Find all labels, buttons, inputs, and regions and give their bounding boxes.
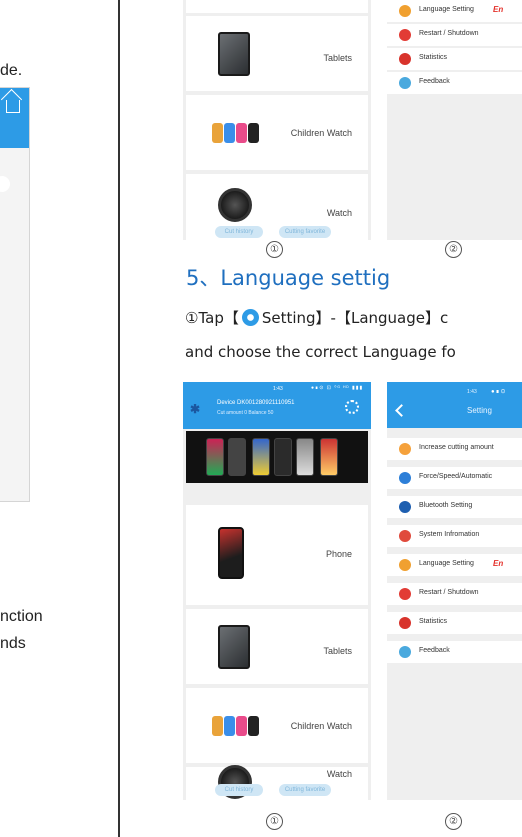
- settings-row-label: Language Setting: [419, 6, 474, 13]
- product-card-tablets: Tablets: [186, 16, 368, 91]
- statistics-icon: [399, 53, 411, 65]
- feedback-icon: [399, 646, 411, 658]
- instruction-suffix: Setting】-【Language】c: [261, 309, 449, 327]
- section-heading: 5、Language settig: [186, 266, 391, 290]
- product-card-tablets[interactable]: Tablets: [186, 609, 368, 684]
- toggle-dot-icon: [0, 176, 10, 192]
- product-label: Watch: [326, 769, 352, 779]
- settings-row-feedback[interactable]: Feedback: [387, 641, 522, 663]
- back-arrow-icon[interactable]: [395, 404, 408, 417]
- restart-icon: [399, 29, 411, 41]
- settings-row-label: Statistics: [419, 54, 448, 61]
- settings-row-label: Statistics: [419, 618, 448, 625]
- bottom-tabs: Cut history Cutting favorite: [183, 782, 371, 798]
- settings-row-label: Feedback: [419, 647, 450, 654]
- device-id: Device DK001280921110951: [217, 400, 295, 406]
- bottom-settings-screenshot: 1:43 ●∎⊙ Setting Increase cutting amount…: [387, 382, 522, 800]
- left-text-mid1: nction: [0, 608, 43, 625]
- bluetooth-icon: [399, 501, 411, 513]
- instruction-prefix: ①Tap【: [185, 309, 239, 327]
- settings-row-restart[interactable]: Restart / Shutdown: [387, 24, 522, 46]
- left-phone-screenshot: [0, 87, 30, 502]
- settings-row-label: Restart / Shutdown: [419, 30, 479, 37]
- settings-row-label: Force/Speed/Automatic: [419, 473, 493, 480]
- settings-row-system-info[interactable]: System Infromation: [387, 525, 522, 547]
- settings-gear-icon[interactable]: [345, 400, 359, 414]
- settings-row-label: Restart / Shutdown: [419, 589, 479, 596]
- product-card-children-watch[interactable]: Children Watch: [186, 688, 368, 763]
- settings-row-increase-cutting[interactable]: Increase cutting amount: [387, 438, 522, 460]
- language-value: En: [493, 5, 504, 14]
- settings-row-force-speed[interactable]: Force/Speed/Automatic: [387, 467, 522, 489]
- product-label: Children Watch: [290, 721, 352, 731]
- settings-row-statistics[interactable]: Statistics: [387, 48, 522, 70]
- language-icon: [399, 5, 411, 17]
- step-marker-1: ①: [266, 813, 283, 830]
- tablet-image: [218, 625, 250, 669]
- home-icon: [6, 100, 20, 113]
- phone-image: [218, 527, 244, 579]
- settings-title: Setting: [467, 406, 492, 415]
- left-column-fragment: de. nction nds: [0, 0, 118, 837]
- product-label: Children Watch: [290, 128, 352, 138]
- children-watch-image: [212, 123, 259, 143]
- top-settings-screenshot: Language Setting En Restart / Shutdown S…: [387, 0, 522, 240]
- left-text-top: de.: [0, 62, 23, 79]
- tab-cut-history[interactable]: Cut history: [215, 226, 263, 238]
- cut-balance: Cut amount 0 Balance 50: [217, 410, 274, 416]
- settings-row-label: Bluetooth Setting: [419, 502, 473, 509]
- restart-icon: [399, 588, 411, 600]
- bottom-tabs: Cut history Cutting favorite: [183, 224, 371, 240]
- language-value: En: [493, 559, 504, 568]
- settings-row-feedback[interactable]: Feedback: [387, 72, 522, 94]
- settings-row-statistics[interactable]: Statistics: [387, 612, 522, 634]
- status-time: 1:43: [467, 389, 477, 395]
- left-text-mid2: nds: [0, 635, 26, 652]
- tab-cutting-favorite[interactable]: Cutting favorite: [279, 226, 331, 238]
- increase-cutting-icon: [399, 443, 411, 455]
- settings-row-label: System Infromation: [419, 531, 480, 538]
- step-marker-2: ②: [445, 813, 462, 830]
- settings-row-label: Feedback: [419, 78, 450, 85]
- instruction-line-2: and choose the correct Language fo: [185, 343, 456, 361]
- phone-case-banner: [186, 431, 368, 483]
- status-icons: ●∎⊙: [491, 389, 507, 395]
- settings-header: 1:43 ●∎⊙ Setting: [387, 382, 522, 428]
- status-icons: ●∎⊙ ⊡ ⁰ᴳ ᴴᴰ ▮▮▮: [311, 385, 364, 391]
- tablet-image: [218, 32, 250, 76]
- product-label: Tablets: [323, 646, 352, 656]
- left-phone-header: [0, 88, 29, 148]
- status-time: 1:43: [273, 386, 283, 392]
- settings-row-language[interactable]: Language Setting En: [387, 0, 522, 22]
- feedback-icon: [399, 77, 411, 89]
- step-marker-2: ②: [445, 241, 462, 258]
- settings-row-language[interactable]: Language Setting En: [387, 554, 522, 576]
- column-divider: [118, 0, 120, 837]
- bluetooth-icon[interactable]: ✱: [190, 402, 200, 416]
- settings-row-bluetooth[interactable]: Bluetooth Setting: [387, 496, 522, 518]
- product-label: Tablets: [323, 53, 352, 63]
- product-label: Phone: [325, 549, 352, 559]
- step-marker-1: ①: [266, 241, 283, 258]
- statistics-icon: [399, 617, 411, 629]
- product-card-cropped: [186, 0, 368, 13]
- settings-row-label: Language Setting: [419, 560, 474, 567]
- language-icon: [399, 559, 411, 571]
- settings-row-restart[interactable]: Restart / Shutdown: [387, 583, 522, 605]
- bottom-home-screenshot: 1:43 ●∎⊙ ⊡ ⁰ᴳ ᴴᴰ ▮▮▮ ✱ Device DK00128092…: [183, 382, 371, 800]
- settings-row-label: Increase cutting amount: [419, 444, 494, 451]
- system-info-icon: [399, 530, 411, 542]
- top-home-screenshot: Tablets Children Watch Watch Cut history…: [183, 0, 371, 240]
- tab-cut-history[interactable]: Cut history: [215, 784, 263, 796]
- children-watch-image: [212, 716, 259, 736]
- product-label: Watch: [326, 208, 352, 218]
- home-header: 1:43 ●∎⊙ ⊡ ⁰ᴳ ᴴᴰ ▮▮▮ ✱ Device DK00128092…: [183, 382, 371, 429]
- product-card-phone[interactable]: Phone: [186, 505, 368, 605]
- setting-gear-icon: [241, 309, 259, 326]
- instruction-line-1: ①Tap【 Setting】-【Language】c: [185, 307, 448, 328]
- tab-cutting-favorite[interactable]: Cutting favorite: [279, 784, 331, 796]
- watch-image: [218, 188, 252, 222]
- product-card-children-watch: Children Watch: [186, 95, 368, 170]
- force-speed-icon: [399, 472, 411, 484]
